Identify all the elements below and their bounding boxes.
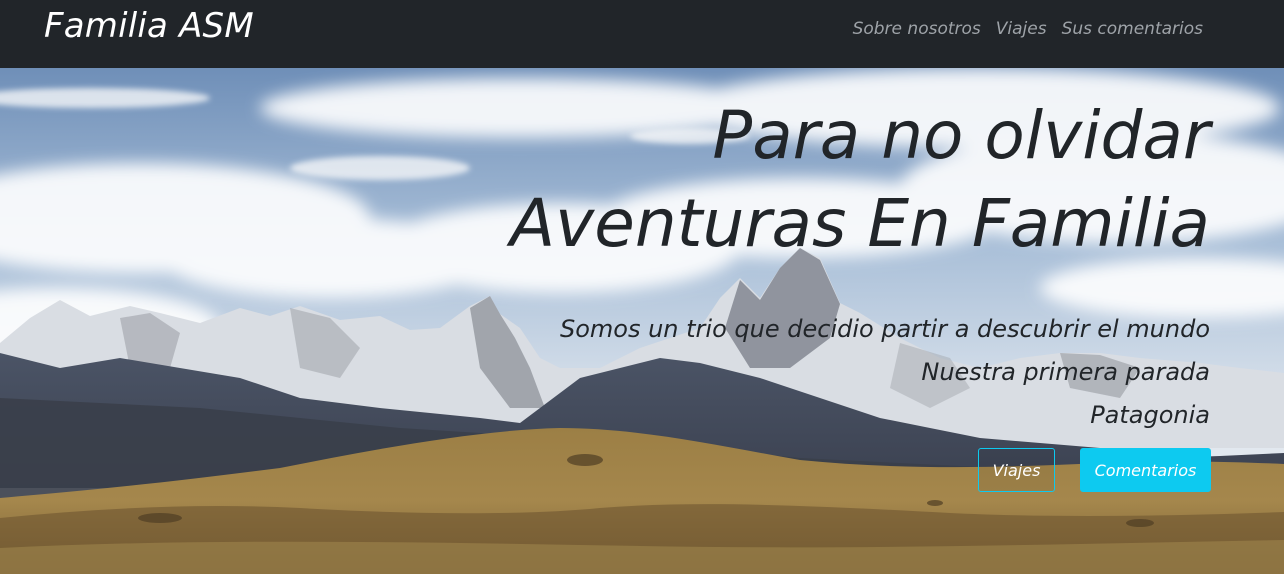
brand-logo[interactable]: Familia ASM [44, 6, 254, 46]
hero-section: Para no olvidar Aventuras En Familia Som… [0, 68, 1284, 574]
comentarios-button[interactable]: Comentarios [1080, 448, 1211, 492]
navbar: Familia ASM Sobre nosotros Viajes Sus co… [0, 0, 1284, 68]
hero-subtitle-line-2: Nuestra primera parada [921, 358, 1210, 386]
nav-link-viajes[interactable]: Viajes [996, 19, 1047, 39]
viajes-button[interactable]: Viajes [978, 448, 1055, 492]
hero-title: Para no olvidar Aventuras En Familia [510, 92, 1210, 268]
hero-subtitle-line-3: Patagonia [1090, 401, 1210, 429]
hero-title-line-2: Aventuras En Familia [510, 185, 1210, 262]
nav-link-sus-comentarios[interactable]: Sus comentarios [1062, 19, 1203, 39]
hero-subtitle-line-1: Somos un trio que decidio partir a descu… [559, 315, 1210, 343]
hero-subtitle: Somos un trio que decidio partir a descu… [560, 308, 1210, 437]
nav-link-sobre-nosotros[interactable]: Sobre nosotros [853, 19, 981, 39]
hero-title-line-1: Para no olvidar [712, 97, 1210, 174]
nav-links: Sobre nosotros Viajes Sus comentarios [853, 19, 1203, 39]
